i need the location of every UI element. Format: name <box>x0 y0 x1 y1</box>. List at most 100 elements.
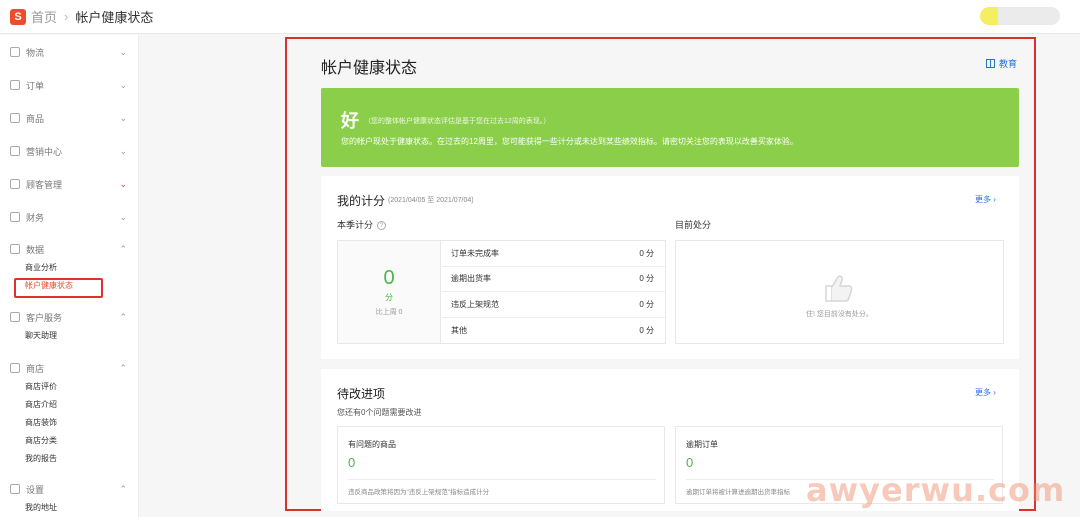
problem-products-note: 违反商品政策将因为"违反上架规范"指标造成计分 <box>348 479 656 496</box>
sidebar-group-label: 物流 <box>26 47 45 58</box>
score-row-label: 违反上架规范 <box>451 299 499 309</box>
sidebar-group-label: 客户服务 <box>26 312 63 323</box>
chevron-down-icon[interactable]: ⌄ <box>119 80 127 91</box>
problem-products-count: 0 <box>348 455 356 470</box>
problem-products-box[interactable]: 有问题的商品 0 违反商品政策将因为"违反上架规范"指标造成计分 <box>337 426 665 504</box>
shopee-logo-icon[interactable]: S <box>10 8 26 25</box>
thumbs-up-icon <box>825 275 853 302</box>
breadcrumb-home[interactable]: 首页 <box>31 7 57 26</box>
sidebar-group-settings[interactable]: 设置 ⌃ 我的地址 <box>0 480 139 516</box>
score-row: 违反上架规范 0 分 <box>442 292 665 318</box>
health-status-note: （您的整体帐户健康状态评估是基于您在过去12周的表现。） <box>364 118 551 125</box>
chevron-down-icon[interactable]: ⌄ <box>119 113 127 124</box>
sidebar-group-customers[interactable]: 顾客管理 ⌄ <box>0 175 139 193</box>
help-icon[interactable]: ? <box>377 221 387 230</box>
score-row-value: 0 分 <box>639 299 654 309</box>
sidebar-item-shop-categories[interactable]: 商店分类 <box>0 431 139 449</box>
health-status-description: 您的帐户现处于健康状态。在过去的12周里，您可能获得一些计分或未达到某些绩效指标… <box>341 137 798 146</box>
sidebar-item-business-insights[interactable]: 商业分析 <box>0 258 139 276</box>
logistics-icon <box>10 47 20 57</box>
improvement-more-link[interactable]: 更多 › <box>975 387 996 398</box>
chevron-down-icon[interactable]: ⌄ <box>119 146 127 157</box>
problem-products-label: 有问题的商品 <box>348 440 396 449</box>
sidebar-group-label: 订单 <box>26 80 45 91</box>
sidebar-group-label: 财务 <box>26 212 45 223</box>
score-box: 0 分 比上周 0 订单未完成率 0 分 逾期出货率 0 分 违反上架规范 0 分 其… <box>337 240 666 344</box>
sidebar-group-shop[interactable]: 商店 ⌃ 商店评价 商店介绍 商店装饰 商店分类 我的报告 <box>0 359 139 467</box>
current-penalty-label: 目前处分 <box>675 220 712 230</box>
sidebar-group-label: 营销中心 <box>26 146 63 157</box>
gear-icon <box>10 484 20 494</box>
improvement-title: 待改进项 <box>337 387 386 401</box>
sidebar-group-label: 设置 <box>26 484 45 495</box>
season-score-text: 本季计分 <box>337 220 374 230</box>
top-bar: S 首页 › 帐户健康状态 <box>0 0 1080 34</box>
chevron-up-icon[interactable]: ⌃ <box>119 312 127 323</box>
sidebar-group-label: 顾客管理 <box>26 179 63 190</box>
score-title: 我的计分 <box>337 194 386 208</box>
health-status-banner: 好 （您的整体帐户健康状态评估是基于您在过去12周的表现。） 您的帐户现处于健康… <box>321 88 1019 167</box>
sidebar-group-products[interactable]: 商品 ⌄ <box>0 109 139 127</box>
sidebar-group-label: 商店 <box>26 363 45 374</box>
score-row-label: 逾期出货率 <box>451 274 491 284</box>
annotation-highlight-box <box>14 278 103 298</box>
education-label: 教育 <box>999 59 1018 69</box>
page-title: 帐户健康状态 <box>321 60 418 77</box>
late-orders-count: 0 <box>686 455 694 470</box>
sidebar-group-label: 商品 <box>26 113 45 124</box>
account-avatar[interactable] <box>980 7 1060 25</box>
sidebar: 物流 ⌄ 订单 ⌄ 商品 ⌄ 营销中心 ⌄ 顾客管理 ⌄ 财务 ⌄ 数据 ⌃ 商业分析 帐户健… <box>0 35 139 517</box>
late-orders-label: 逾期订单 <box>686 440 718 449</box>
score-row-label: 其他 <box>451 325 467 335</box>
tag-icon <box>10 146 20 156</box>
score-more-link[interactable]: 更多 › <box>975 194 996 205</box>
watermark: awyerwu.com <box>806 471 1066 509</box>
penalty-box: 住! 您目前没有处分。 <box>675 240 1004 344</box>
finance-icon <box>10 212 20 222</box>
products-icon <box>10 113 20 123</box>
sidebar-group-marketing[interactable]: 营销中心 ⌄ <box>0 142 139 160</box>
education-link[interactable]: 教育 <box>986 57 1017 70</box>
score-row: 逾期出货率 0 分 <box>442 267 665 292</box>
score-compare: 比上周 0 <box>375 309 403 316</box>
health-status-value: 好 <box>341 111 359 131</box>
sidebar-item-shop-decoration[interactable]: 商店装饰 <box>0 413 139 431</box>
score-row-value: 0 分 <box>639 274 654 284</box>
chevron-down-icon[interactable]: ⌄ <box>119 212 127 223</box>
score-row-value: 0 分 <box>639 325 654 335</box>
sidebar-group-logistics[interactable]: 物流 ⌄ <box>0 43 139 61</box>
orders-icon <box>10 80 20 90</box>
chevron-down-icon[interactable]: ⌄ <box>119 179 127 190</box>
sidebar-item-my-reports[interactable]: 我的报告 <box>0 449 139 467</box>
shop-icon <box>10 363 20 373</box>
sidebar-item-chat-assistant[interactable]: 聊天助理 <box>0 326 139 344</box>
sidebar-group-label: 数据 <box>26 244 45 255</box>
chevron-up-icon[interactable]: ⌃ <box>119 484 127 495</box>
sidebar-group-customer-service[interactable]: 客户服务 ⌃ 聊天助理 <box>0 308 139 344</box>
breadcrumb-separator-icon: › <box>64 9 69 24</box>
improvement-subtitle: 您还有0个问题需要改进 <box>337 408 422 417</box>
breadcrumb-current: 帐户健康状态 <box>75 10 154 25</box>
sidebar-item-my-address[interactable]: 我的地址 <box>0 498 139 516</box>
chevron-up-icon[interactable]: ⌃ <box>119 363 127 374</box>
sidebar-group-finance[interactable]: 财务 ⌄ <box>0 208 139 226</box>
score-card: 我的计分 (2021/04/05 至 2021/07/04) 更多 › 本季计分… <box>321 176 1019 359</box>
score-row: 订单未完成率 0 分 <box>442 241 665 267</box>
chevron-down-icon[interactable]: ⌄ <box>119 47 127 58</box>
chevron-up-icon[interactable]: ⌃ <box>119 244 127 255</box>
total-score-value: 0 <box>383 267 395 289</box>
chat-icon <box>10 312 20 322</box>
book-icon <box>986 59 995 68</box>
season-score-label: 本季计分? <box>337 218 387 231</box>
score-row-label: 订单未完成率 <box>451 248 499 258</box>
sidebar-item-shop-rating[interactable]: 商店评价 <box>0 377 139 395</box>
score-row-value: 0 分 <box>639 248 654 258</box>
score-date-range: (2021/04/05 至 2021/07/04) <box>388 197 474 204</box>
total-score-unit: 分 <box>385 293 393 302</box>
chart-icon <box>10 244 20 254</box>
penalty-empty-text: 住! 您目前没有处分。 <box>806 311 873 318</box>
score-row: 其他 0 分 <box>442 318 665 344</box>
sidebar-item-shop-profile[interactable]: 商店介绍 <box>0 395 139 413</box>
customers-icon <box>10 179 20 189</box>
sidebar-group-orders[interactable]: 订单 ⌄ <box>0 76 139 94</box>
